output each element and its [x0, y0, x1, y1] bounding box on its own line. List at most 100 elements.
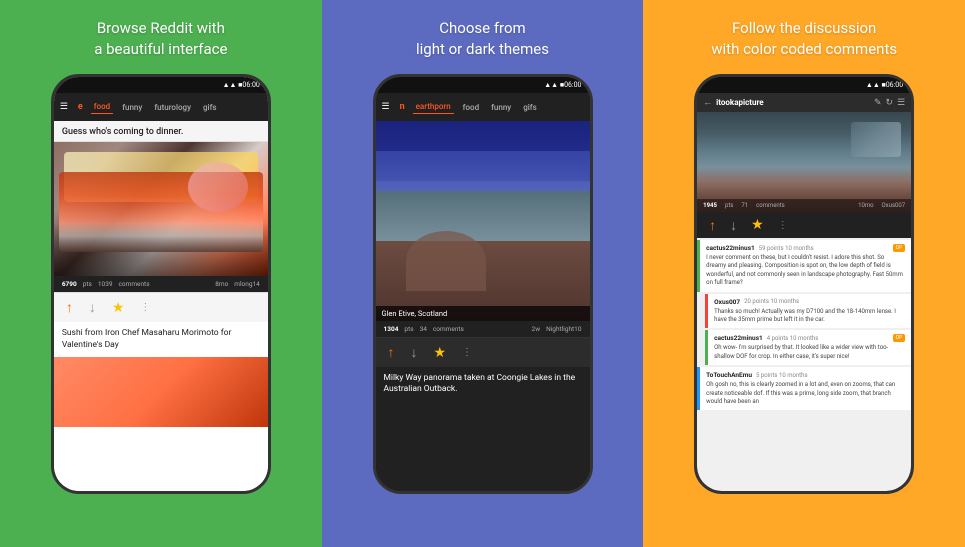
- comment-user-3: ToTouchAnEmu: [706, 371, 752, 379]
- comments-list: cactus22minus1 59 points 10 months OP I …: [697, 238, 911, 491]
- subreddit-title: itookapicture: [716, 98, 870, 107]
- post-pts-2: 1304: [384, 325, 399, 333]
- post-time-2: 2w: [532, 325, 541, 333]
- nav-tab-gifs-2[interactable]: gifs: [520, 101, 540, 114]
- nav-tabs-2: ☰ n earthporn food funny gifs: [376, 93, 590, 121]
- post-pts-label-1: pts: [83, 280, 92, 288]
- downvote-icon-2[interactable]: ↓: [411, 344, 418, 361]
- comment-post-header: ← itookapicture ✎ ↻ ☰: [697, 93, 911, 112]
- post-comments-label-2: comments: [433, 325, 464, 333]
- post-image-2[interactable]: Glen Etive, Scotland: [376, 121, 590, 321]
- post-title-bar-1: Guess who's coming to dinner.: [54, 121, 268, 142]
- comment-post-pts-label: pts: [725, 202, 733, 209]
- comment-badge-0: OP: [893, 244, 906, 252]
- more-icon-1[interactable]: ⋮: [140, 302, 150, 313]
- comment-badge-2: OP: [893, 334, 906, 342]
- refresh-icon[interactable]: ↻: [886, 98, 894, 108]
- panel-themes: Choose from light or dark themes ▲▲ ■ 06…: [322, 0, 644, 547]
- status-time-3: 06:00: [886, 81, 903, 89]
- nav-tab-food-1[interactable]: food: [91, 100, 113, 114]
- panel-1-title: Browse Reddit with a beautiful interface: [94, 18, 227, 60]
- status-bar-2: ▲▲ ■ 06:00: [376, 77, 590, 93]
- star-icon-3[interactable]: ★: [751, 217, 764, 233]
- panel-3-title: Follow the discussion with color coded c…: [711, 18, 897, 60]
- comment-image-meta: 1945 pts 71 comments 10mo Oxus007: [697, 199, 911, 212]
- second-post-preview-1: [54, 357, 268, 491]
- post-pts-1: 6790: [62, 280, 77, 288]
- post-pts-label-2: pts: [404, 325, 413, 333]
- post-user-2: Nightlight10: [546, 325, 581, 333]
- comment-post-image: 1945 pts 71 comments 10mo Oxus007: [697, 112, 911, 212]
- comment-user-1: Oxus007: [714, 298, 740, 306]
- post-title-bottom-1: Sushi from Iron Chef Masaharu Morimoto f…: [54, 322, 268, 356]
- status-signal-3: ▲▲ ■: [866, 81, 886, 89]
- comment-text-3: Oh gosh no, this is clearly zoomed in a …: [706, 381, 905, 406]
- post-image-1[interactable]: [54, 142, 268, 276]
- post-card-2: Glen Etive, Scotland 1304 pts 34 comment…: [376, 121, 590, 491]
- hamburger-icon-1[interactable]: ☰: [60, 102, 68, 112]
- post-actions-2: ↑ ↓ ★ ⋮: [376, 337, 590, 367]
- nav-tab-funny-1[interactable]: funny: [119, 101, 145, 114]
- comment-pts-2: 4 points 10 months: [767, 335, 819, 342]
- status-bar-1: ▲▲ ■ 06:00: [54, 77, 268, 93]
- comment-actions: ↑ ↓ ★ ⋮: [697, 212, 911, 238]
- comment-item-2: cactus22minus1 4 points 10 months OP Oh …: [705, 330, 911, 365]
- comment-pts-3: 5 points 10 months: [756, 372, 808, 379]
- star-icon-1[interactable]: ★: [112, 300, 125, 316]
- nav-tabs-1: ☰ e food funny futurology gifs: [54, 93, 268, 121]
- nav-letter-2[interactable]: n: [400, 102, 405, 112]
- post-meta-2: 1304 pts 34 comments 2w Nightlight10: [376, 321, 590, 337]
- comment-text-0: I never comment on these, but I couldn't…: [706, 254, 905, 288]
- post-comments-2: 34: [420, 325, 427, 333]
- phone-2: ▲▲ ■ 06:00 ☰ n earthporn food funny gifs: [373, 74, 593, 494]
- status-signal: ▲▲ ■: [223, 81, 243, 89]
- panel-browse: Browse Reddit with a beautiful interface…: [0, 0, 322, 547]
- location-bar: Glen Etive, Scotland: [376, 306, 590, 321]
- comment-header-0: cactus22minus1 59 points 10 months OP: [706, 244, 905, 252]
- back-icon[interactable]: ←: [703, 97, 712, 108]
- nav-letter-1[interactable]: e: [78, 102, 83, 112]
- comment-item-0: cactus22minus1 59 points 10 months OP I …: [697, 240, 911, 292]
- comment-text-2: Oh wow- I'm surprised by that. It looked…: [714, 344, 905, 361]
- post-meta-1: 6790 pts 1039 comments 8mo mlong14: [54, 276, 268, 292]
- star-icon-2[interactable]: ★: [434, 345, 447, 361]
- status-time-1: 06:00: [242, 81, 259, 89]
- post-title-bottom-2: Milky Way panorama taken at Coongie Lake…: [376, 367, 590, 401]
- nav-tab-futurology[interactable]: futurology: [151, 101, 194, 114]
- comment-post-comments-label: comments: [756, 202, 785, 209]
- comment-post-comments: 71: [741, 202, 748, 209]
- hamburger-icon-2[interactable]: ☰: [382, 102, 390, 112]
- downvote-icon-3[interactable]: ↓: [730, 217, 737, 234]
- comment-header-2: cactus22minus1 4 points 10 months OP: [714, 334, 905, 342]
- comment-post-user: Oxus007: [882, 202, 906, 209]
- post-comments-label-1: comments: [119, 280, 150, 288]
- comment-pts-0: 59 points 10 months: [759, 245, 814, 252]
- comment-item-1: Oxus007 20 points 10 months Thanks so mu…: [705, 294, 911, 329]
- nav-tab-funny-2[interactable]: funny: [488, 101, 514, 114]
- comment-header-3: ToTouchAnEmu 5 points 10 months: [706, 371, 905, 379]
- comment-post-pts: 1945: [703, 202, 717, 209]
- comment-header-1: Oxus007 20 points 10 months: [714, 298, 905, 306]
- post-actions-1: ↑ ↓ ★ ⋮: [54, 292, 268, 322]
- panel-2-title: Choose from light or dark themes: [416, 18, 549, 60]
- filter-icon[interactable]: ☰: [897, 98, 905, 108]
- comment-pts-1: 20 points 10 months: [744, 298, 799, 305]
- nav-tab-earthporn[interactable]: earthporn: [413, 100, 454, 114]
- upvote-icon-1[interactable]: ↑: [66, 299, 73, 316]
- post-time-1: 8mo: [215, 280, 228, 288]
- nav-tab-gifs-1[interactable]: gifs: [200, 101, 220, 114]
- edit-icon[interactable]: ✎: [874, 98, 882, 108]
- more-icon-2[interactable]: ⋮: [462, 347, 472, 358]
- nav-tab-food-2[interactable]: food: [460, 101, 482, 114]
- phone-1: ▲▲ ■ 06:00 ☰ e food funny futurology gif…: [51, 74, 271, 494]
- phone-3: ▲▲ ■ 06:00 ← itookapicture ✎ ↻ ☰ 1945: [694, 74, 914, 494]
- status-bar-3: ▲▲ ■ 06:00: [697, 77, 911, 93]
- post-header-icons: ✎ ↻ ☰: [874, 98, 905, 108]
- upvote-icon-2[interactable]: ↑: [388, 344, 395, 361]
- downvote-icon-1[interactable]: ↓: [89, 299, 96, 316]
- comment-item-3: ToTouchAnEmu 5 points 10 months Oh gosh …: [697, 367, 911, 410]
- status-signal-2: ▲▲ ■: [544, 81, 564, 89]
- more-icon-3[interactable]: ⋮: [778, 220, 788, 231]
- comment-text-1: Thanks so much! Actually was my D7100 an…: [714, 308, 905, 325]
- upvote-icon-3[interactable]: ↑: [709, 217, 716, 234]
